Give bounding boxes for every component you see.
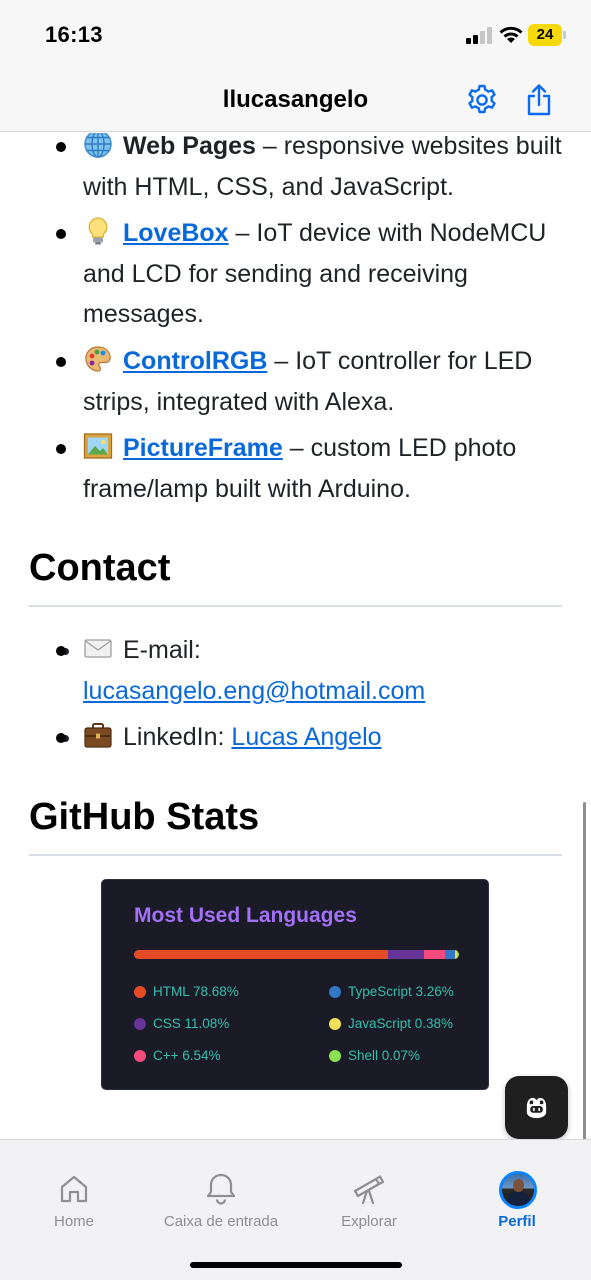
legend-label: HTML 78.68% (153, 984, 239, 999)
most-used-languages-card[interactable]: Most Used Languages HTML 78.68% TypeScrip… (101, 879, 489, 1090)
heading-divider (29, 854, 562, 856)
battery-icon: 24 (528, 24, 566, 46)
legend-label: Shell 0.07% (348, 1048, 421, 1063)
share-icon (527, 84, 551, 116)
tab-home[interactable]: Home (0, 1140, 148, 1240)
list-item: LinkedIn: Lucas Angelo (56, 717, 573, 758)
battery-level: 24 (536, 26, 554, 43)
gear-icon (468, 84, 496, 114)
globe-emoji-icon (84, 133, 112, 158)
email-label: E-mail: (123, 636, 201, 664)
tab-label: Explorar (341, 1213, 397, 1230)
legend-label: CSS 11.08% (153, 1016, 230, 1031)
legend-label: C++ 6.54% (153, 1048, 221, 1063)
legend-color-dot (134, 986, 146, 998)
envelope-emoji-icon (84, 639, 112, 658)
tab-label: Perfil (498, 1213, 536, 1230)
avatar[interactable] (499, 1171, 537, 1209)
navigation-bar: llucasangelo (0, 68, 591, 132)
framed-picture-emoji-icon (83, 433, 113, 459)
project-link-lovebox[interactable]: LoveBox (123, 219, 229, 247)
copilot-icon (526, 1097, 547, 1119)
legend-color-dot (134, 1018, 146, 1030)
tab-bar: Home Caixa de entrada Explorar Perfil (0, 1139, 591, 1280)
tab-inbox[interactable]: Caixa de entrada (147, 1140, 295, 1240)
language-bar-segment (457, 950, 459, 959)
legend-color-dot (329, 1050, 341, 1062)
card-title: Most Used Languages (134, 904, 357, 927)
settings-button[interactable] (464, 82, 500, 118)
language-bar-segment (444, 950, 456, 959)
list-item: PictureFrame – custom LED photo frame/la… (56, 428, 573, 509)
palette-emoji-icon (85, 346, 111, 372)
home-icon (60, 1175, 88, 1203)
legend-label: JavaScript 0.38% (348, 1016, 454, 1031)
legend-label: TypeScript 3.26% (348, 984, 454, 999)
legend-color-dot (329, 1018, 341, 1030)
github-stats-heading: GitHub Stats (29, 796, 260, 838)
list-item: LoveBox – IoT device with NodeMCU and LC… (56, 213, 573, 335)
list-item: Web Pages – responsive websites built wi… (56, 133, 573, 207)
list-item: ControlRGB – IoT controller for LED stri… (56, 341, 573, 422)
home-indicator (190, 1262, 402, 1268)
tab-label: Home (53, 1213, 94, 1230)
bell-icon (206, 1173, 236, 1205)
heading-divider (29, 605, 562, 607)
status-time: 16:13 (45, 22, 103, 47)
light-bulb-emoji-icon (88, 217, 108, 245)
telescope-icon (353, 1175, 385, 1205)
legend-color-dot (329, 986, 341, 998)
project-name: Web Pages (123, 133, 256, 160)
page-title: llucasangelo (222, 86, 369, 113)
project-link-controlrgb[interactable]: ControlRGB (123, 347, 267, 375)
language-bar-segment (387, 950, 424, 959)
status-bar: 16:13 24 (0, 0, 591, 68)
linkedin-link[interactable]: Lucas Angelo (231, 723, 381, 751)
cellular-signal-icon (466, 27, 492, 44)
scroll-indicator[interactable] (583, 802, 586, 1158)
list-item: E-mail: lucasangelo.eng@hotmail.com (56, 630, 573, 711)
project-link-pictureframe[interactable]: PictureFrame (123, 434, 283, 462)
language-progress-bar (134, 950, 459, 959)
language-bar-segment (134, 950, 388, 959)
legend-color-dot (134, 1050, 146, 1062)
language-bar-segment (423, 950, 445, 959)
briefcase-emoji-icon (84, 723, 112, 748)
email-link[interactable]: lucasangelo.eng@hotmail.com (83, 677, 425, 705)
wifi-icon (498, 24, 524, 44)
linkedin-label: LinkedIn: (123, 723, 225, 751)
tab-label: Caixa de entrada (163, 1213, 279, 1230)
readme-content[interactable]: Web Pages – responsive websites built wi… (0, 133, 591, 1139)
contact-heading: Contact (29, 547, 171, 589)
tab-explore[interactable]: Explorar (295, 1140, 443, 1240)
share-button[interactable] (521, 82, 557, 118)
copilot-button[interactable] (505, 1076, 568, 1139)
